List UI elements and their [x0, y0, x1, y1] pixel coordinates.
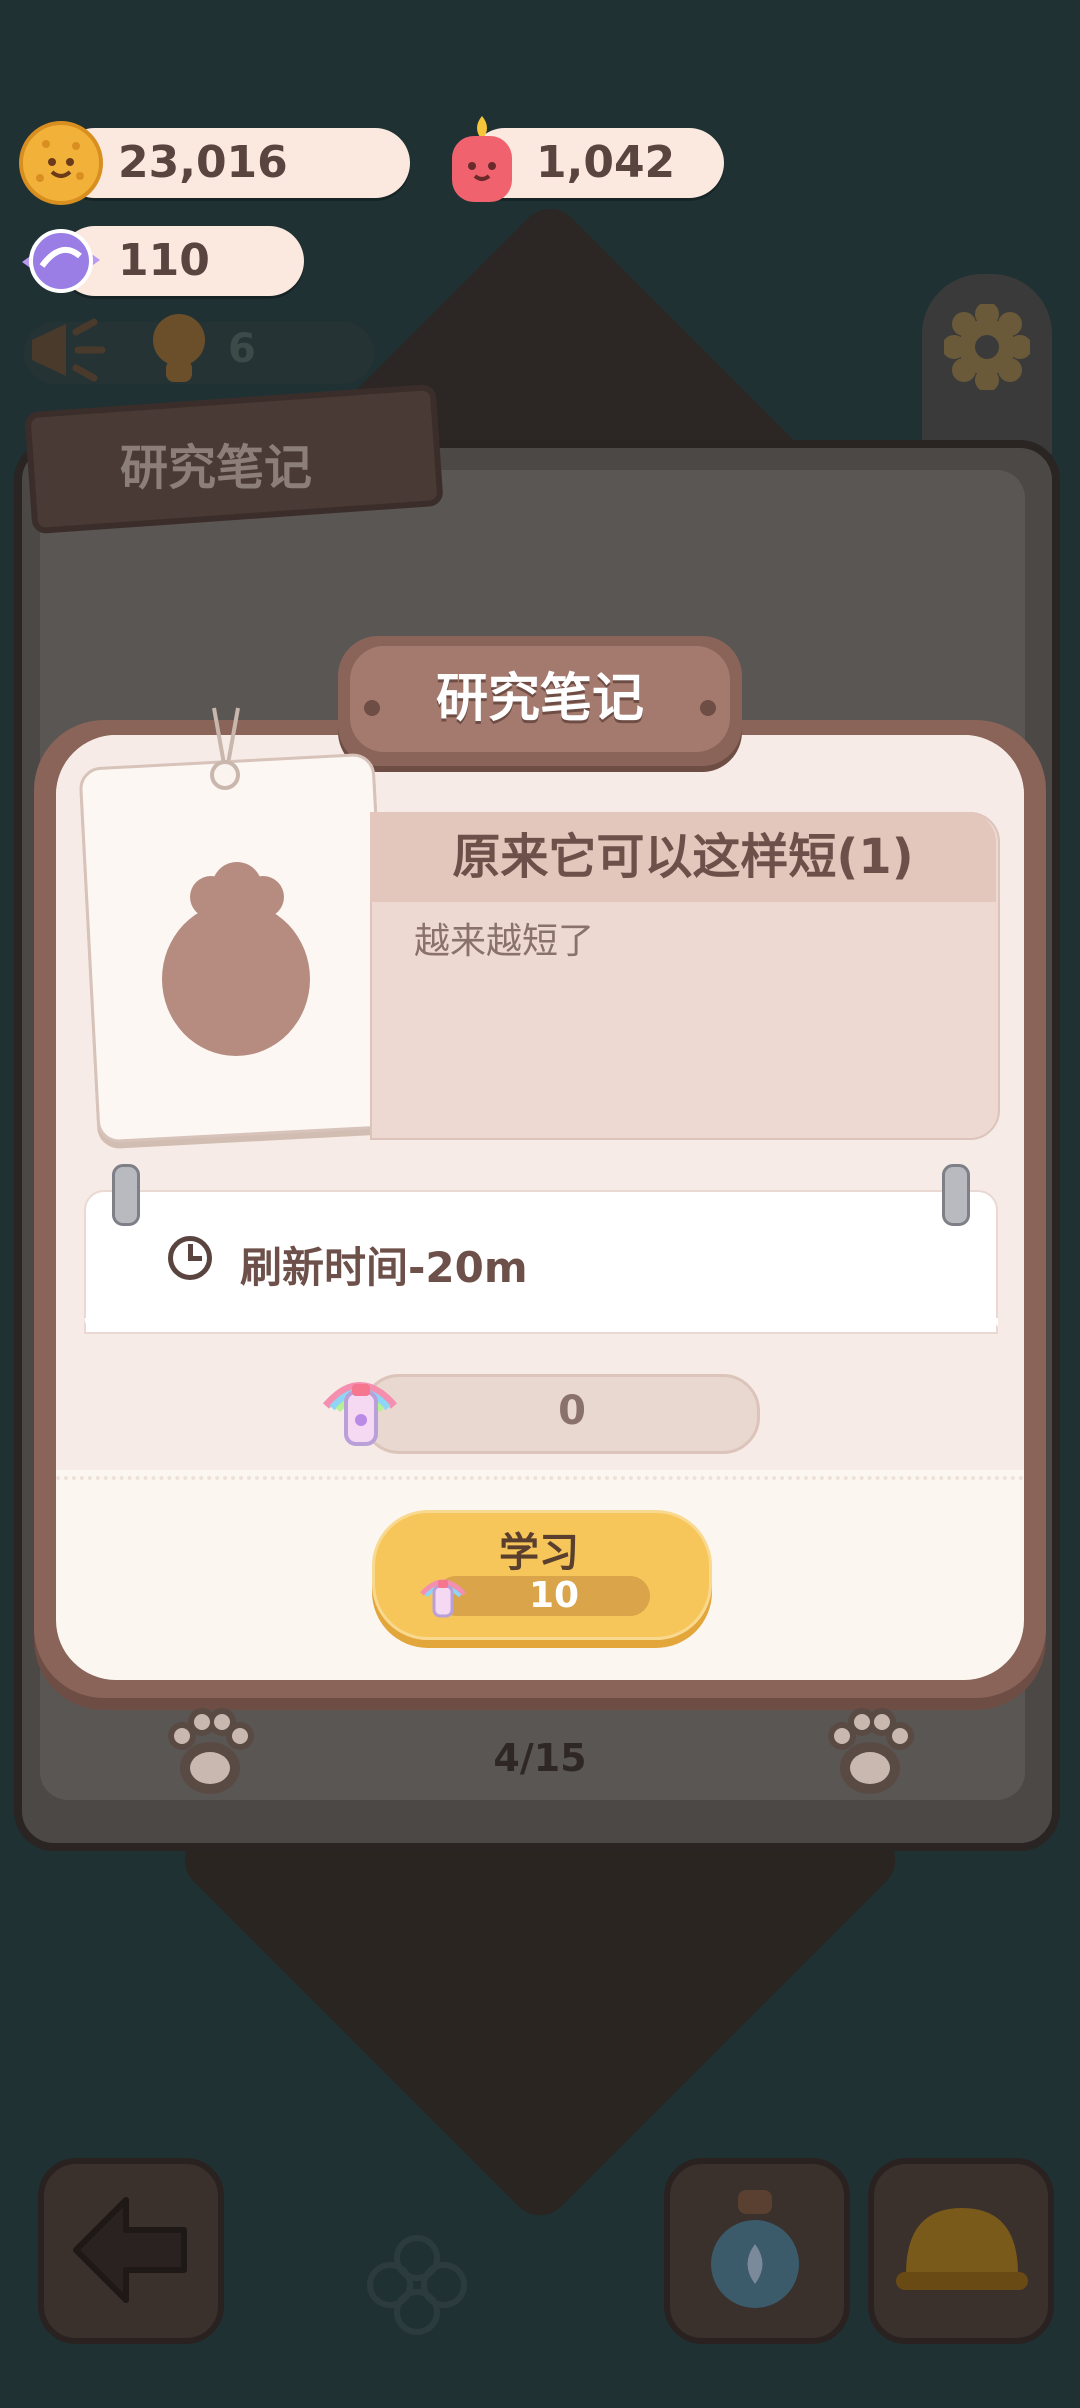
card-hole	[210, 760, 240, 790]
rainbow-potion-icon	[322, 1382, 398, 1446]
torn-edge	[84, 1318, 998, 1344]
potion-bottle-icon	[711, 2190, 799, 2308]
background-tab-label: 研究笔记	[120, 440, 313, 496]
modal-title: 研究笔记	[435, 669, 644, 729]
previous-page-paw-icon[interactable]	[160, 1706, 260, 1802]
gear-icon	[944, 304, 1030, 390]
modal-separator	[56, 1476, 1024, 1480]
megaphone-icon	[32, 318, 106, 382]
helper-character-icon	[153, 314, 205, 382]
potion-shop-button[interactable]	[664, 2158, 850, 2344]
helper-count: 6	[228, 326, 256, 372]
ring-left	[112, 1164, 140, 1226]
learn-cost: 10	[528, 1575, 580, 1616]
helmet-button[interactable]	[868, 2158, 1054, 2344]
recipe-description: 越来越短了	[414, 921, 595, 962]
page-indicator: 4/15	[493, 1736, 587, 1780]
clock-hand-minute	[188, 1256, 202, 1261]
candle-icon	[452, 116, 512, 202]
flower-decoration-icon	[367, 2235, 467, 2335]
rainbow-potion-cost-icon	[420, 1579, 466, 1618]
candle-amount: 1,042	[536, 137, 676, 188]
settings-tab[interactable]	[922, 274, 1052, 454]
cookie-coin-icon	[19, 121, 103, 205]
potion-count: 0	[558, 1388, 586, 1434]
hard-hat-icon	[896, 2208, 1028, 2290]
back-arrow-icon	[73, 2197, 187, 2303]
recipe-title: 原来它可以这样短(1)	[452, 829, 914, 885]
refresh-time-strip	[84, 1190, 998, 1334]
candy-icon	[22, 229, 100, 293]
refresh-time-label: 刷新时间-20m	[240, 1243, 528, 1292]
coin-amount: 23,016	[118, 137, 288, 188]
candy-amount: 110	[118, 235, 210, 286]
ring-right	[942, 1164, 970, 1226]
back-button[interactable]	[38, 2158, 224, 2344]
unknown-item-silhouette	[162, 902, 310, 1056]
next-page-paw-icon[interactable]	[820, 1706, 920, 1802]
